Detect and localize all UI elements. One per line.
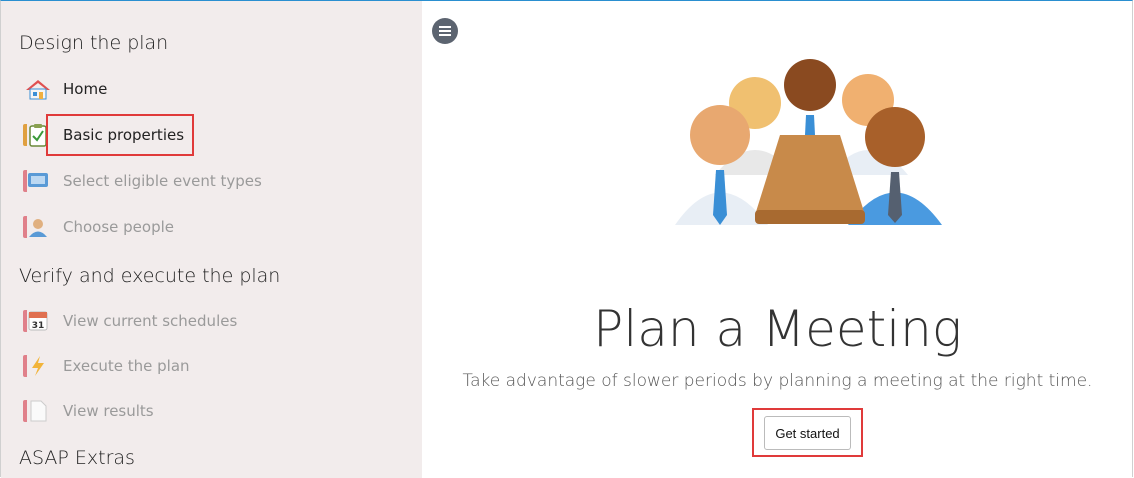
document-icon xyxy=(23,398,53,424)
home-icon xyxy=(23,76,53,102)
highlight-get-started xyxy=(752,408,863,457)
sidebar-item-label: Choose people xyxy=(63,218,174,236)
section-asap-extras: ASAP Extras xyxy=(19,447,135,469)
sidebar-item-label: Execute the plan xyxy=(63,357,190,375)
sidebar-item-home[interactable]: Home xyxy=(23,72,107,106)
sidebar-item-view-results[interactable]: View results xyxy=(23,394,154,428)
section-design-the-plan: Design the plan xyxy=(19,32,169,54)
monitor-icon xyxy=(23,168,53,194)
sidebar-item-select-eligible-event-types[interactable]: Select eligible event types xyxy=(23,164,262,198)
svg-text:31: 31 xyxy=(32,321,45,331)
lightning-icon xyxy=(23,353,53,379)
sidebar-item-label: Home xyxy=(63,80,108,98)
sidebar-item-label: View current schedules xyxy=(63,312,238,330)
section-verify-and-execute: Verify and execute the plan xyxy=(19,265,281,287)
sidebar-item-label: Select eligible event types xyxy=(63,172,262,190)
highlight-basic-properties xyxy=(46,114,194,156)
page-title: Plan a Meeting xyxy=(593,300,962,358)
sidebar-item-view-current-schedules[interactable]: 31 View current schedules xyxy=(23,304,237,338)
page-subtitle: Take advantage of slower periods by plan… xyxy=(462,371,1093,391)
sidebar-item-choose-people[interactable]: Choose people xyxy=(23,210,174,244)
calendar-icon: 31 xyxy=(23,308,53,334)
sidebar: Design the plan Home Basic properties Se… xyxy=(1,1,422,478)
menu-icon[interactable] xyxy=(432,18,458,44)
person-icon xyxy=(23,214,53,240)
meeting-people-illustration xyxy=(670,55,950,235)
sidebar-item-label: View results xyxy=(63,402,154,420)
sidebar-item-execute-the-plan[interactable]: Execute the plan xyxy=(23,349,190,383)
